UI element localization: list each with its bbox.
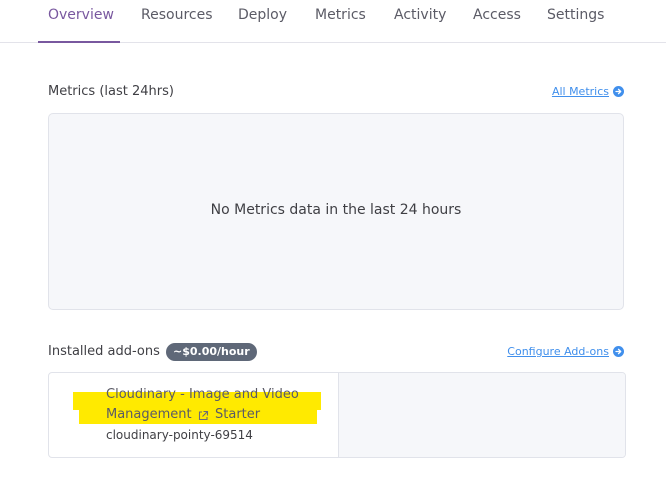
tab-metrics[interactable]: Metrics [315, 7, 366, 23]
circle-arrow-right-icon [613, 86, 624, 97]
addon-name-link[interactable]: Cloudinary - Image and Video [106, 387, 299, 402]
all-metrics-link-label: All Metrics [551, 85, 609, 98]
tab-resources[interactable]: Resources [141, 7, 213, 23]
configure-addons-link[interactable]: Configure Add-ons [507, 345, 624, 358]
addon-plan-label: Starter [215, 407, 261, 422]
app-tabs: Overview Resources Deploy Metrics Activi… [0, 0, 666, 43]
metrics-empty-message: No Metrics data in the last 24 hours [210, 202, 462, 218]
tab-activity[interactable]: Activity [394, 7, 446, 23]
addon-name-link-cont[interactable]: Management [106, 407, 192, 422]
active-tab-indicator [38, 41, 120, 43]
addons-section-title: Installed add-ons [48, 344, 160, 359]
tab-access[interactable]: Access [473, 7, 521, 23]
tab-overview[interactable]: Overview [48, 7, 114, 23]
metrics-panel: No Metrics data in the last 24 hours [48, 113, 624, 310]
external-link-icon[interactable] [197, 410, 209, 422]
addons-cost-badge: ~$0.00/hour [166, 343, 257, 361]
circle-arrow-right-icon [613, 346, 624, 357]
addon-detail-pane [338, 373, 625, 457]
tab-deploy[interactable]: Deploy [238, 7, 287, 23]
all-metrics-link[interactable]: All Metrics [552, 85, 624, 98]
addon-instance-name: cloudinary-pointy-69514 [106, 428, 253, 442]
tab-settings[interactable]: Settings [547, 7, 604, 23]
metrics-section-title: Metrics (last 24hrs) [48, 84, 174, 99]
addon-list-item: Cloudinary - Image and Video Management … [48, 372, 626, 458]
configure-addons-link-label: Configure Add-ons [507, 345, 609, 358]
